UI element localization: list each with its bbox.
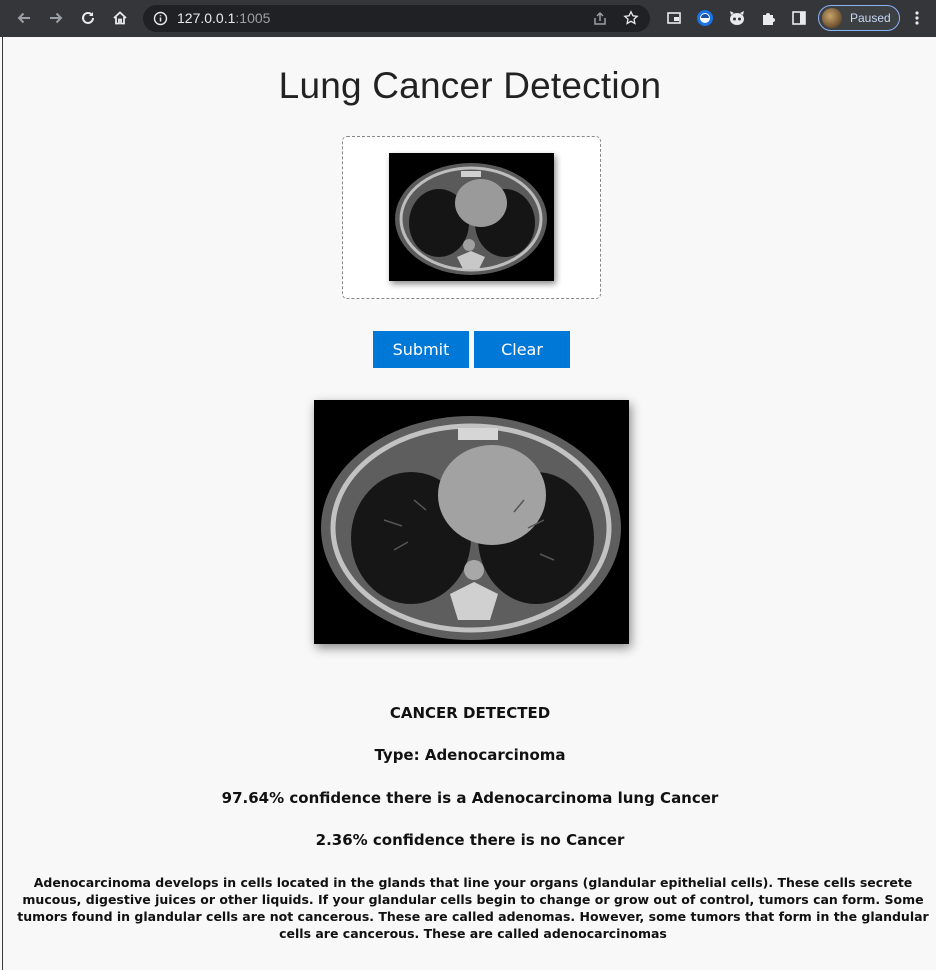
image-upload-dropzone[interactable] — [342, 136, 601, 299]
cancer-type: Type: Adenocarcinoma — [374, 746, 566, 764]
page-title: Lung Cancer Detection — [278, 65, 662, 106]
star-icon[interactable] — [623, 10, 639, 31]
negative-confidence: 2.36% confidence there is no Cancer — [315, 831, 625, 849]
clear-button[interactable]: Clear — [474, 331, 570, 368]
sidebar-icon[interactable] — [789, 8, 809, 28]
extension-icon[interactable] — [727, 8, 747, 28]
cancer-description: Adenocarcinoma develops in cells located… — [17, 875, 929, 941]
url-text: 127.0.0.1:1005 — [177, 10, 270, 26]
url-host: 127.0.0.1 — [177, 10, 236, 26]
ct-scan-image — [314, 400, 629, 644]
address-bar[interactable]: 127.0.0.1:1005 — [143, 5, 650, 32]
avatar — [822, 8, 842, 28]
extension-icon[interactable] — [695, 8, 715, 28]
profile-status: Paused — [850, 11, 891, 25]
positive-confidence: 97.64% confidence there is a Adenocarcin… — [221, 789, 719, 807]
puzzle-icon[interactable] — [758, 8, 778, 28]
submit-button[interactable]: Submit — [373, 331, 469, 368]
reload-icon[interactable] — [77, 7, 99, 29]
tab-search-icon[interactable] — [664, 8, 684, 28]
url-port: :1005 — [235, 10, 271, 26]
detection-status: CANCER DETECTED — [389, 704, 551, 722]
info-icon[interactable] — [153, 11, 168, 31]
home-icon[interactable] — [109, 7, 131, 29]
menu-dots-icon[interactable] — [907, 8, 927, 28]
back-arrow-icon[interactable] — [13, 7, 35, 29]
profile-button[interactable]: Paused — [818, 5, 900, 31]
uploaded-ct-thumbnail — [389, 153, 554, 281]
forward-arrow-icon[interactable] — [45, 7, 67, 29]
share-icon[interactable] — [592, 11, 608, 32]
browser-toolbar: 127.0.0.1:1005 Paused — [0, 0, 936, 37]
page-content: Lung Cancer Detection Submit Clear CANCE… — [2, 37, 936, 970]
